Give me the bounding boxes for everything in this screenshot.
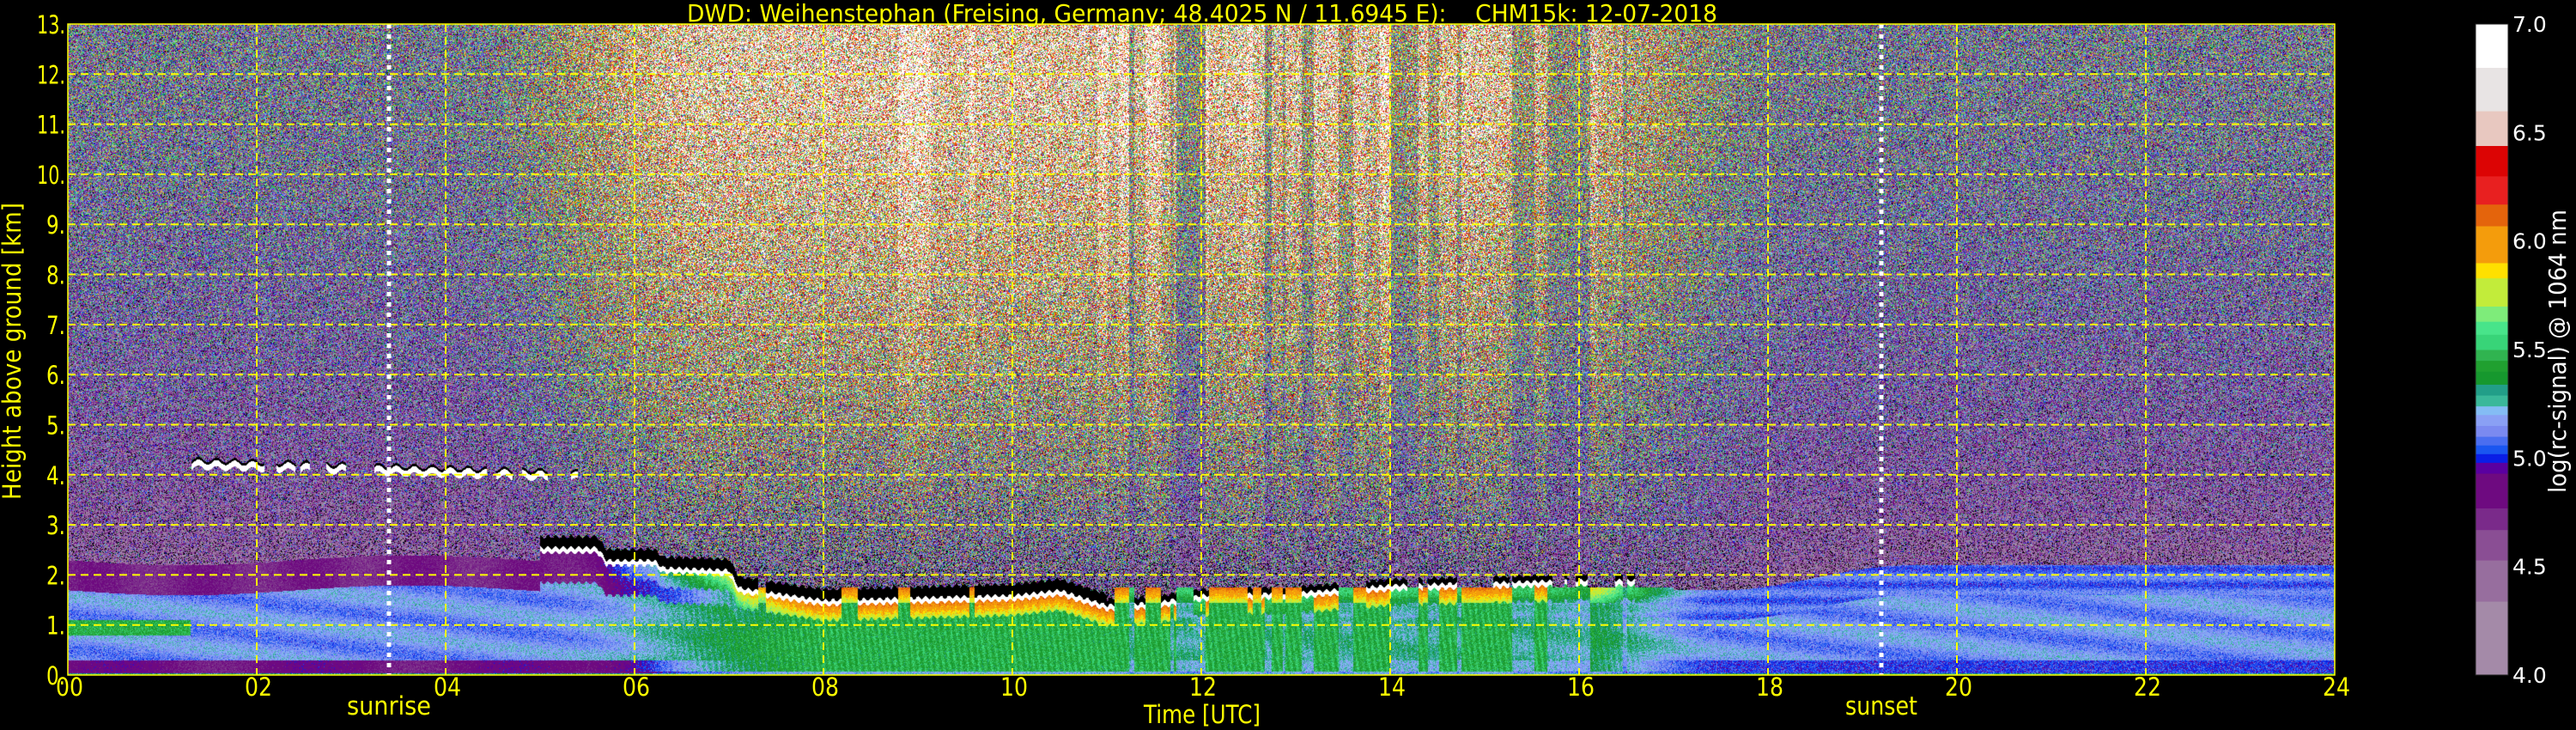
- y-tick-label: 12.: [37, 60, 65, 89]
- colorbar-segment: [2476, 24, 2508, 69]
- grid-lines: [68, 24, 2335, 675]
- y-tick-label: 2.: [46, 561, 65, 590]
- colorbar-segment: [2476, 262, 2508, 279]
- sun-lines: [386, 24, 1884, 675]
- y-tick-label: 10.: [37, 161, 65, 190]
- colorbar-segment: [2476, 529, 2508, 561]
- colorbar-tick-label: 6.0: [2512, 229, 2547, 254]
- colorbar-tick-labels: 4.0 4.5 5.0 5.5 6.0 6.5 7.0: [2512, 12, 2547, 688]
- x-tick-label: 24: [2323, 672, 2350, 702]
- colorbar-segment: [2476, 395, 2508, 407]
- colorbar-tick-label: 6.5: [2512, 120, 2547, 145]
- y-axis-label: Height above ground [km]: [0, 203, 27, 500]
- x-tick-label: 12: [1189, 672, 1217, 702]
- y-tick-label: 7.: [46, 311, 65, 340]
- x-tick-label: 20: [1945, 672, 1972, 702]
- colorbar-segment: [2476, 175, 2508, 205]
- colorbar-label: log(rc-signal) @ 1064 nm: [2543, 210, 2572, 493]
- x-tick-label: 16: [1567, 672, 1595, 702]
- colorbar-segment: [2476, 371, 2508, 385]
- y-tick-label: 5.: [46, 411, 65, 440]
- colorbar-tick-label: 5.5: [2512, 338, 2547, 362]
- colorbar-segment: [2476, 462, 2508, 474]
- colorbar-segment: [2476, 560, 2508, 602]
- colorbar-segment: [2476, 445, 2508, 454]
- y-tick-label: 13.: [37, 10, 65, 40]
- colorbar-segment: [2476, 111, 2508, 146]
- x-tick-label: 22: [2134, 672, 2161, 702]
- colorbar-segment: [2476, 360, 2508, 372]
- colorbar-segment: [2476, 453, 2508, 463]
- y-tick-label: 11.: [37, 111, 65, 140]
- sunrise-label: sunrise: [347, 691, 431, 721]
- colorbar-tick-label: 4.5: [2512, 555, 2547, 580]
- x-tick-label: 02: [245, 672, 272, 702]
- x-tick-label: 00: [56, 672, 83, 702]
- colorbar-segment: [2476, 414, 2508, 426]
- x-tick-label: 04: [434, 672, 461, 702]
- x-tick-label: 10: [1000, 672, 1028, 702]
- y-tick-label: 1.: [46, 611, 65, 641]
- colorbar-segment: [2476, 508, 2508, 531]
- colorbar-segment: [2476, 225, 2508, 264]
- colorbar-segment: [2476, 67, 2508, 112]
- chart-title: DWD: Weihenstephan (Freising, Germany; 4…: [687, 0, 1717, 27]
- colorbar-segment: [2476, 405, 2508, 416]
- y-tick-label: 9.: [46, 210, 65, 240]
- y-tick-label: 4.: [46, 461, 65, 490]
- colorbar-segment: [2476, 436, 2508, 446]
- annotations: sunrise sunset: [347, 691, 1917, 721]
- y-tick-label: 3.: [46, 511, 65, 540]
- x-tick-label: 08: [811, 672, 839, 702]
- sunset-label: sunset: [1845, 691, 1917, 721]
- colorbar-segment: [2476, 384, 2508, 396]
- x-tick-label: 18: [1756, 672, 1783, 702]
- x-tick-label: 06: [623, 672, 650, 702]
- colorbar-segment: [2476, 334, 2508, 350]
- colorbar: [2475, 23, 2509, 676]
- y-tick-label: 8.: [46, 261, 65, 290]
- colorbar-segment: [2476, 306, 2508, 322]
- colorbar-segment: [2476, 204, 2508, 227]
- colorbar-segment: [2476, 321, 2508, 335]
- chart-overlay: DWD: Weihenstephan (Freising, Germany; 4…: [0, 0, 2572, 729]
- x-tick-label: 14: [1378, 672, 1406, 702]
- colorbar-segment: [2476, 277, 2508, 307]
- y-tick-label: 6.: [46, 361, 65, 390]
- colorbar-segment: [2476, 601, 2508, 676]
- colorbar-tick-label: 4.0: [2512, 663, 2547, 688]
- y-tick-labels: 0.1.2.3.4.5.6.7.8.9.10.11.12.13.: [37, 10, 65, 690]
- x-axis-label: Time [UTC]: [1143, 700, 1261, 729]
- colorbar-tick-label: 7.0: [2512, 12, 2547, 37]
- colorbar-segment: [2476, 145, 2508, 177]
- colorbar-segment: [2476, 350, 2508, 362]
- colorbar-segment: [2476, 425, 2508, 437]
- colorbar-tick-label: 5.0: [2512, 446, 2547, 471]
- colorbar-segment: [2476, 473, 2508, 508]
